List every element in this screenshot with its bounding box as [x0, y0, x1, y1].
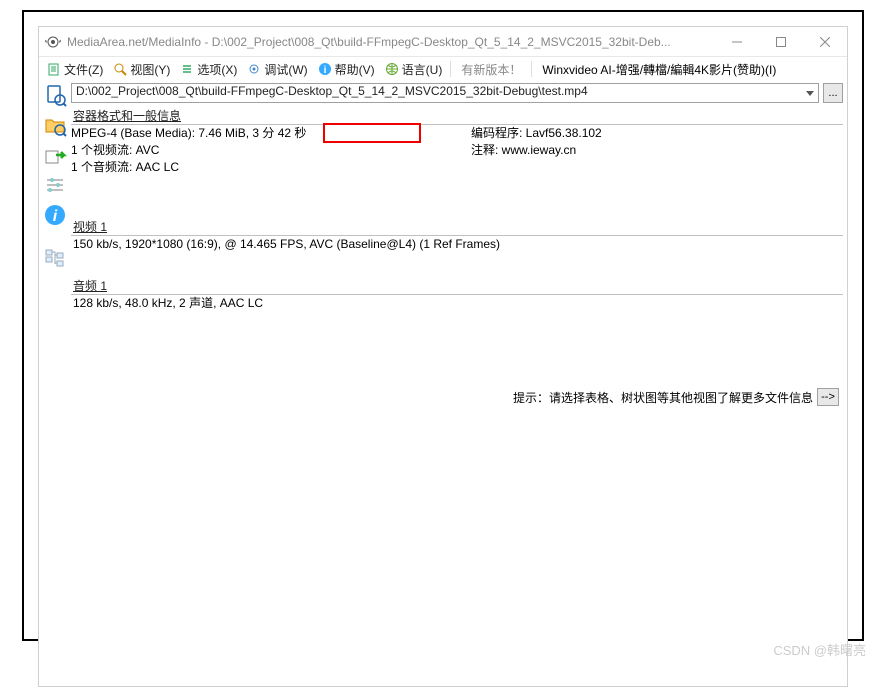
- audio-section: 音频 1 128 kb/s, 48.0 kHz, 2 声道, AAC LC: [71, 275, 843, 316]
- audio-title: 音频 1: [71, 275, 843, 294]
- highlight-box: [323, 123, 421, 143]
- help-icon: i: [318, 62, 332, 76]
- hint-text: 提示：请选择表格、树状图等其他视图了解更多文件信息: [513, 389, 813, 406]
- menu-label: 帮助(V): [335, 61, 375, 78]
- hint-button[interactable]: -->: [817, 388, 839, 406]
- separator: [450, 61, 451, 77]
- menu-help[interactable]: i 帮助(V): [314, 60, 379, 79]
- separator: [531, 61, 532, 77]
- sidebar: i: [39, 81, 71, 686]
- menu-label: 文件(Z): [64, 61, 103, 78]
- close-button[interactable]: [803, 27, 847, 57]
- update-notice[interactable]: 有新版本！: [455, 61, 527, 78]
- globe-icon: [385, 62, 399, 76]
- sidebar-options-icon[interactable]: [43, 173, 67, 197]
- content-area: D:\002_Project\008_Qt\build-FFmpegC-Desk…: [71, 81, 847, 686]
- video-title: 视频 1: [71, 216, 843, 235]
- sidebar-folder-icon[interactable]: [43, 113, 67, 137]
- menubar: 文件(Z) 视图(Y) 选项(X) 调试(W) i 帮助(V) 语言(U) 有新版…: [39, 57, 847, 81]
- audio-detail-line: 128 kb/s, 48.0 kHz, 2 声道, AAC LC: [71, 295, 843, 316]
- general-video-stream-line: 1 个视频流: AVC: [71, 142, 471, 159]
- menu-label: 视图(Y): [130, 61, 170, 78]
- menu-view[interactable]: 视图(Y): [109, 60, 174, 79]
- menu-debug[interactable]: 调试(W): [243, 60, 311, 79]
- titlebar: MediaArea.net/MediaInfo - D:\002_Project…: [39, 27, 847, 57]
- file-icon: [47, 62, 61, 76]
- hint-row: 提示：请选择表格、树状图等其他视图了解更多文件信息 -->: [71, 386, 843, 410]
- menu-label: 语言(U): [402, 61, 443, 78]
- menu-label: 选项(X): [197, 61, 237, 78]
- maximize-button[interactable]: [759, 27, 803, 57]
- menu-language[interactable]: 语言(U): [381, 60, 447, 79]
- window-title: MediaArea.net/MediaInfo - D:\002_Project…: [67, 35, 715, 49]
- video-detail-line: 150 kb/s, 1920*1080 (16:9), @ 14.465 FPS…: [71, 236, 843, 257]
- app-window: MediaArea.net/MediaInfo - D:\002_Project…: [38, 26, 848, 687]
- path-value: D:\002_Project\008_Qt\build-FFmpegC-Desk…: [76, 84, 588, 98]
- general-audio-stream-line: 1 个音频流: AAC LC: [71, 159, 471, 176]
- debug-icon: [247, 62, 261, 76]
- video-section: 视频 1 150 kb/s, 1920*1080 (16:9), @ 14.46…: [71, 216, 843, 257]
- browse-button[interactable]: ...: [823, 83, 843, 103]
- path-combobox[interactable]: D:\002_Project\008_Qt\build-FFmpegC-Desk…: [71, 83, 819, 103]
- sidebar-export-icon[interactable]: [43, 143, 67, 167]
- app-icon: [45, 34, 61, 50]
- menu-options[interactable]: 选项(X): [176, 60, 241, 79]
- sidebar-file-icon[interactable]: [43, 83, 67, 107]
- sidebar-info-icon[interactable]: i: [43, 203, 67, 227]
- general-title: 容器格式和一般信息: [71, 105, 843, 124]
- svg-text:i: i: [53, 208, 58, 225]
- sidebar-tree-icon[interactable]: [43, 247, 67, 271]
- watermark: CSDN @韩曙亮: [773, 640, 866, 659]
- svg-text:i: i: [323, 65, 326, 76]
- menu-file[interactable]: 文件(Z): [43, 60, 107, 79]
- sponsor-link[interactable]: Winxvideo AI-增强/轉檔/編輯4K影片(赞助)(I): [536, 61, 782, 78]
- general-comment-line: 注释: www.ieway.cn: [471, 142, 602, 159]
- general-encoder-line: 编码程序: Lavf56.38.102: [471, 125, 602, 142]
- menu-label: 调试(W): [264, 61, 307, 78]
- general-section: 容器格式和一般信息 MPEG-4 (Base Media): 7.46 MiB,…: [71, 105, 843, 176]
- view-icon: [113, 62, 127, 76]
- options-icon: [180, 62, 194, 76]
- minimize-button[interactable]: [715, 27, 759, 57]
- general-format-line: MPEG-4 (Base Media): 7.46 MiB, 3 分 42 秒: [71, 126, 306, 140]
